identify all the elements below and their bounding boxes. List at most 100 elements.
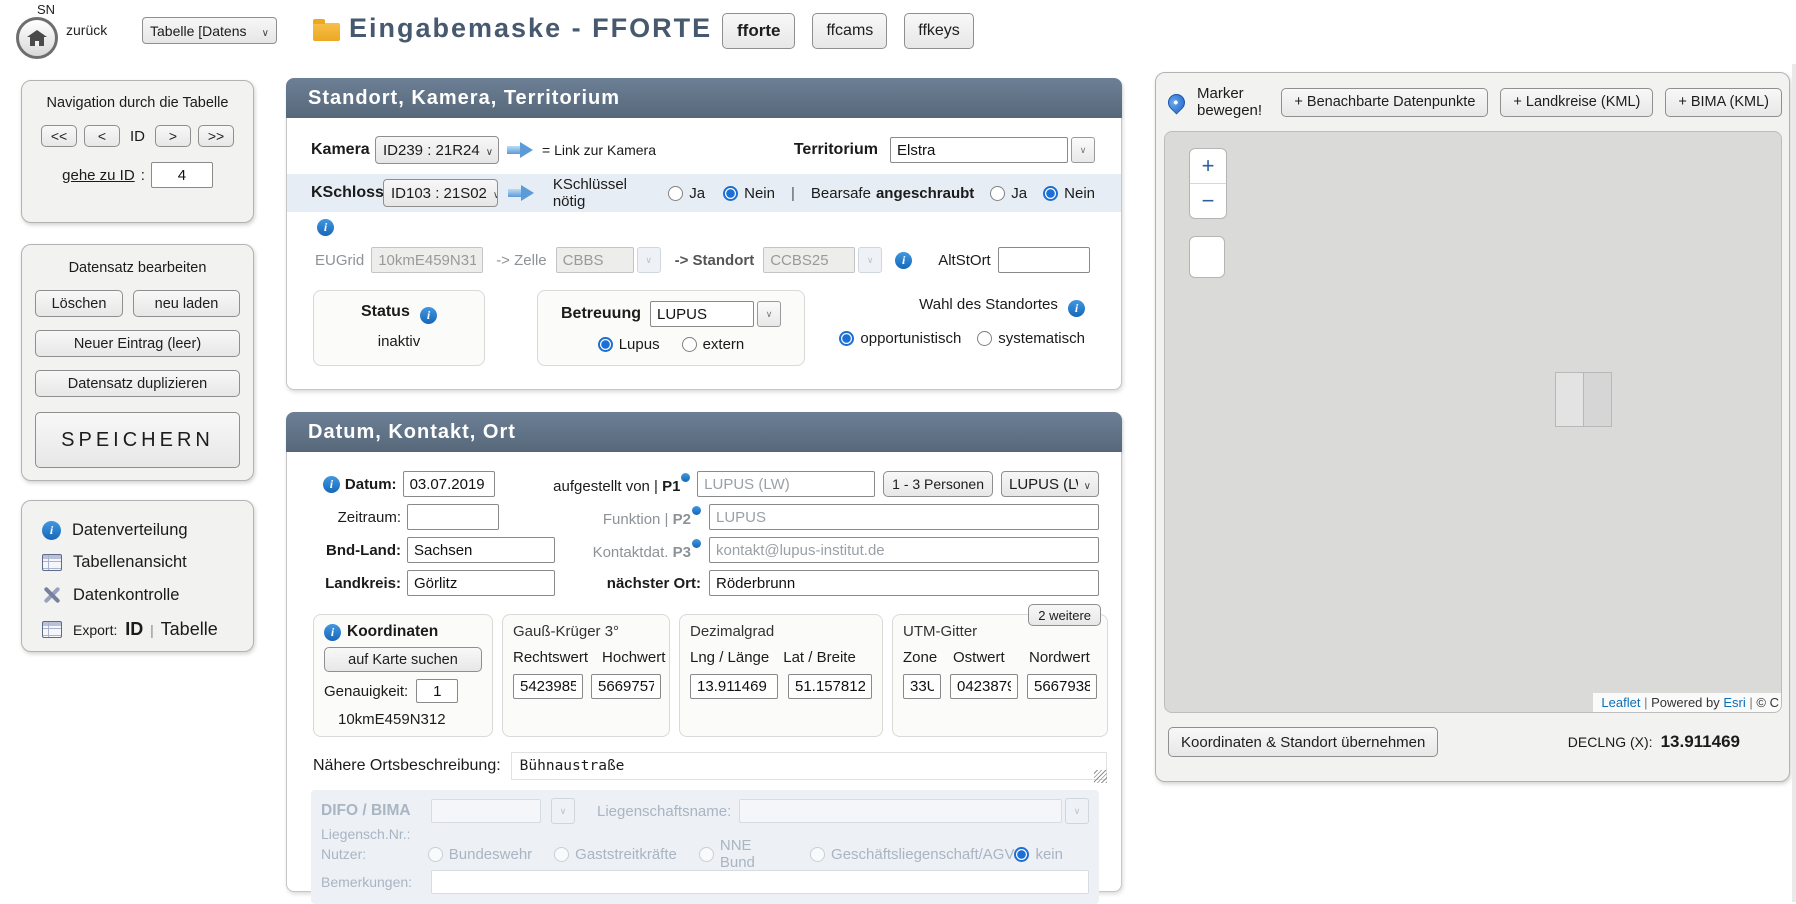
p1-label-bold: P1 xyxy=(662,478,680,495)
link-datenkontrolle[interactable]: Datenkontrolle xyxy=(42,578,253,612)
bndland-label: Bnd-Land: xyxy=(311,542,401,559)
apply-coordinates-button[interactable]: Koordinaten & Standort übernehmen xyxy=(1168,727,1438,757)
nav-last-button[interactable]: >> xyxy=(198,125,234,147)
radio-label: Lupus xyxy=(619,336,660,353)
p3-input[interactable] xyxy=(709,537,1099,563)
goto-id-input[interactable] xyxy=(151,162,213,188)
map-search-button[interactable]: auf Karte suchen xyxy=(324,647,482,672)
zoom-in-button[interactable]: + xyxy=(1190,149,1226,184)
rechtswert-input[interactable] xyxy=(513,674,583,699)
nutzer-kein-radio[interactable]: kein xyxy=(1014,846,1063,863)
link-label: Datenkontrolle xyxy=(73,586,179,605)
goto-id-colon: : xyxy=(141,167,145,184)
kschluessel-nein-radio[interactable]: Nein xyxy=(723,185,775,202)
delete-button[interactable]: Löschen xyxy=(35,290,123,317)
link-tabellenansicht[interactable]: Tabellenansicht xyxy=(42,546,253,578)
p1-input[interactable] xyxy=(697,471,875,497)
back-link[interactable]: zurück xyxy=(66,22,107,38)
wahl-opportunistisch-radio[interactable]: opportunistisch xyxy=(839,330,961,347)
utm-nord-input[interactable] xyxy=(1027,674,1097,699)
map-canvas[interactable]: + − Leaflet | Powered by Esri | © C xyxy=(1164,131,1782,713)
more-coords-button[interactable]: 2 weitere xyxy=(1028,604,1101,626)
link-arrow-icon[interactable] xyxy=(507,142,534,158)
landkreise-kml-button[interactable]: + Landkreise (KML) xyxy=(1500,88,1653,117)
info-icon[interactable] xyxy=(895,252,912,269)
betreuung-extern-radio[interactable]: extern xyxy=(682,336,745,353)
info-icon[interactable] xyxy=(1068,300,1085,317)
bima-kml-button[interactable]: + BIMA (KML) xyxy=(1665,88,1782,117)
bndland-input[interactable] xyxy=(407,537,555,563)
p1-select[interactable]: LUPUS (LW xyxy=(1001,471,1099,497)
kschloss-select-value: ID103 : 21S02 xyxy=(391,185,487,202)
betreuung-input[interactable] xyxy=(650,301,754,327)
info-icon[interactable] xyxy=(323,476,340,493)
map-tool-button[interactable] xyxy=(1189,236,1225,278)
reload-button[interactable]: neu laden xyxy=(133,290,240,317)
zeitraum-input[interactable] xyxy=(407,504,499,530)
mini-info-icon[interactable] xyxy=(692,506,701,515)
lat-input[interactable] xyxy=(788,674,872,699)
leaflet-link[interactable]: Leaflet xyxy=(1601,695,1640,710)
landkreis-input[interactable] xyxy=(407,570,555,596)
betreuung-dropdown-button[interactable] xyxy=(757,301,781,327)
kschloss-select[interactable]: ID103 : 21S02 xyxy=(383,179,498,207)
bearsafe-ja-radio[interactable]: Ja xyxy=(990,185,1027,202)
utm-zone-input[interactable] xyxy=(903,674,941,699)
kschluessel-ja-radio[interactable]: Ja xyxy=(668,185,705,202)
lng-input[interactable] xyxy=(690,674,778,699)
nav-next-button[interactable]: > xyxy=(155,125,191,147)
ortsbeschreibung-field[interactable]: Bühnaustraße xyxy=(511,752,1107,780)
zelle-label: -> Zelle xyxy=(496,252,546,269)
export-table-link[interactable]: Tabelle xyxy=(161,619,218,639)
p1-select-value: LUPUS (LW xyxy=(1009,476,1078,493)
zoom-out-button[interactable]: − xyxy=(1190,184,1226,218)
genauigkeit-input[interactable] xyxy=(416,679,458,703)
standort-input xyxy=(763,247,855,273)
ort-input[interactable] xyxy=(709,570,1099,596)
export-id-link[interactable]: ID xyxy=(125,619,143,639)
dez-col1: Lng / Länge xyxy=(690,649,769,666)
table-select[interactable]: Tabelle [Datens xyxy=(142,17,277,44)
betreuung-lupus-radio[interactable]: Lupus xyxy=(598,336,660,353)
kamera-label: Kamera xyxy=(311,141,375,159)
esri-link[interactable]: Esri xyxy=(1723,695,1745,710)
app-button-ffcams[interactable]: ffcams xyxy=(812,13,887,49)
goto-id-link[interactable]: gehe zu ID xyxy=(62,167,135,184)
neighbor-points-button[interactable]: + Benachbarte Datenpunkte xyxy=(1281,88,1488,117)
mini-info-icon[interactable] xyxy=(681,473,690,482)
mini-info-icon[interactable] xyxy=(692,539,701,548)
link-datenverteilung[interactable]: Datenverteilung xyxy=(42,514,253,546)
duplicate-button[interactable]: Datensatz duplizieren xyxy=(35,370,240,397)
save-button[interactable]: SPEICHERN xyxy=(35,412,240,468)
new-entry-button[interactable]: Neuer Eintrag (leer) xyxy=(35,330,240,357)
info-icon[interactable] xyxy=(317,219,334,236)
info-icon[interactable] xyxy=(420,307,437,324)
nav-prev-button[interactable]: < xyxy=(84,125,120,147)
hochwert-input[interactable] xyxy=(591,674,661,699)
app-button-ffkeys[interactable]: ffkeys xyxy=(904,13,974,49)
table-select-value: Tabelle [Datens xyxy=(150,23,247,39)
radio-label: Nein xyxy=(1064,185,1095,202)
territorium-dropdown-button[interactable] xyxy=(1071,137,1095,163)
info-circle-icon xyxy=(42,521,61,540)
p2-input[interactable] xyxy=(709,504,1099,530)
nav-first-button[interactable]: << xyxy=(41,125,77,147)
link-export[interactable]: Export: ID | Tabelle xyxy=(42,612,253,646)
utm-col3: Nordwert xyxy=(1029,649,1090,666)
link-arrow-icon[interactable] xyxy=(508,185,535,201)
kamera-select[interactable]: ID239 : 21R24 xyxy=(375,136,499,164)
edit-title: Datensatz bearbeiten xyxy=(22,260,253,276)
home-logo[interactable]: SN xyxy=(16,2,58,59)
radio-label: Ja xyxy=(689,185,705,202)
bearsafe-nein-radio[interactable]: Nein xyxy=(1043,185,1095,202)
wahl-systematisch-radio[interactable]: systematisch xyxy=(977,330,1085,347)
export-label: Export: xyxy=(73,622,117,638)
app-button-fforte[interactable]: fforte xyxy=(722,13,795,49)
utm-ost-input[interactable] xyxy=(950,674,1018,699)
altstort-input[interactable] xyxy=(998,247,1090,273)
persons-button[interactable]: 1 - 3 Personen xyxy=(883,471,993,497)
resize-grip-icon[interactable] xyxy=(1094,770,1107,783)
datum-input[interactable] xyxy=(403,471,495,497)
info-icon[interactable] xyxy=(324,624,341,641)
territorium-input[interactable] xyxy=(890,137,1068,163)
